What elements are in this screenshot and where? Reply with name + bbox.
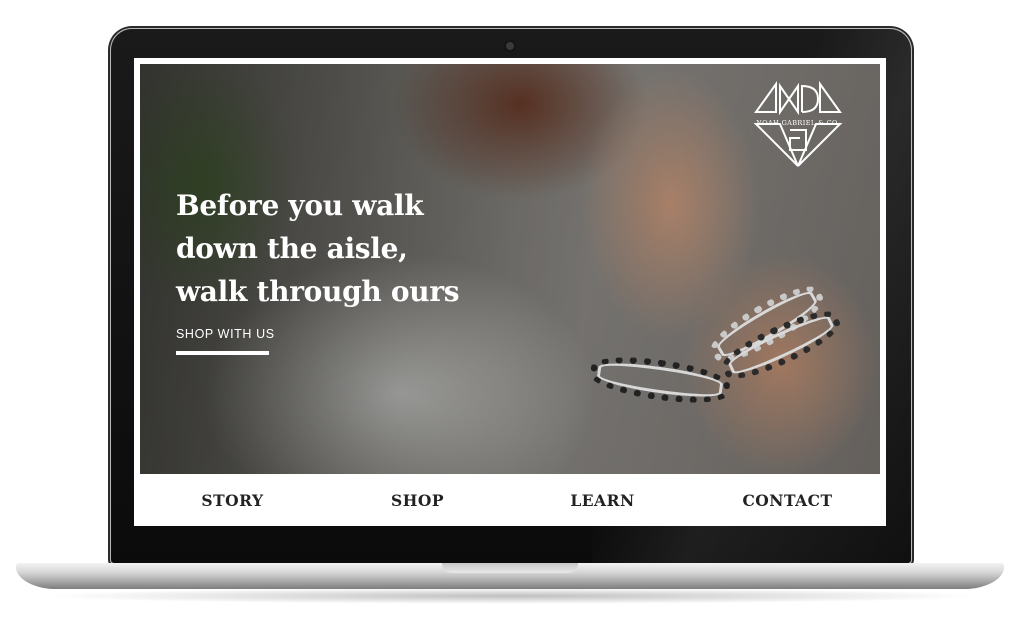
- laptop-shadow: [40, 588, 984, 604]
- nav-item-learn[interactable]: LEARN: [510, 491, 695, 510]
- nav-item-story[interactable]: STORY: [140, 491, 325, 510]
- cta-underline: [176, 351, 269, 355]
- hero-headline: Before you walk down the aisle, walk thr…: [176, 189, 460, 308]
- laptop-notch: [442, 563, 578, 573]
- hero-banner: Before you walk down the aisle, walk thr…: [140, 64, 880, 474]
- browser-viewport: Before you walk down the aisle, walk thr…: [134, 58, 886, 526]
- nav-item-shop[interactable]: SHOP: [325, 491, 510, 510]
- main-nav: STORY SHOP LEARN CONTACT: [140, 478, 880, 522]
- shop-with-us-link[interactable]: SHOP WITH US: [176, 327, 275, 341]
- camera-icon: [506, 42, 514, 50]
- brand-logo-text: NOAH GABRIEL & CO.: [756, 119, 840, 127]
- nav-item-contact[interactable]: CONTACT: [695, 491, 880, 510]
- brand-logo[interactable]: NOAH GABRIEL & CO.: [750, 78, 846, 170]
